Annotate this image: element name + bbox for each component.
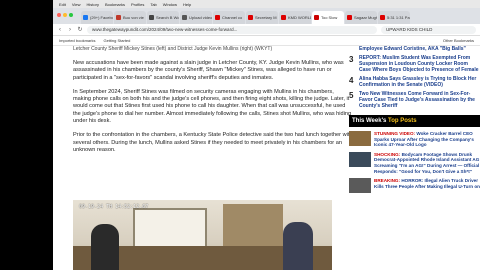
tab-label: KMD WORLD	[288, 15, 311, 20]
tab-label: Search B Wo	[156, 15, 179, 20]
list-number	[349, 46, 356, 52]
browser-tab[interactable]: (29+) Faceboo	[81, 11, 113, 24]
sidebar: Employee Edward Coristine, AKA "Big Ball…	[349, 46, 480, 197]
article-paragraph: Prior to the confrontation in the chambe…	[73, 132, 353, 153]
favicon-icon	[314, 15, 319, 20]
browser-tab[interactable]: Search B Wo	[147, 11, 179, 24]
sidebar-list-item[interactable]: 4 Alina Habba Says Grassley is Trying to …	[349, 76, 480, 88]
bookmark-other[interactable]: Other Bookmarks	[443, 38, 474, 43]
window-controls	[57, 13, 73, 17]
web-page: Letcher County Sheriff Mickey Stines (le…	[53, 46, 480, 270]
post-thumbnail[interactable]	[349, 151, 371, 167]
favicon-icon	[380, 15, 385, 20]
tab-label: Too Slow	[321, 15, 338, 20]
tab-label: Channel co	[222, 15, 243, 20]
favicon-icon	[215, 15, 220, 20]
top-posts-title: This Week's	[352, 118, 387, 124]
favicon-icon	[116, 15, 121, 20]
top-posts-header: This Week's Top Posts	[349, 115, 480, 127]
browser-window: Edit View History Bookmarks Profiles Tab Windo…	[53, 0, 480, 270]
favicon-icon	[83, 15, 88, 20]
list-link[interactable]: REPORT: Muslim Student Was Exempted From…	[359, 55, 480, 73]
menu-item[interactable]: Tab	[150, 2, 156, 7]
browser-tab[interactable]: 5:31 1:31 Pa	[378, 11, 410, 24]
article-paragraph: New accusations have been made against a…	[73, 60, 344, 81]
top-posts-highlight: Top Posts	[388, 118, 417, 124]
browser-tab[interactable]: Upload video	[180, 11, 212, 24]
post-text: BREAKING: HORROR: Illegal Alien Truck Dr…	[374, 178, 480, 193]
sidebar-list-item[interactable]: 3 REPORT: Muslim Student Was Exempted Fro…	[349, 55, 480, 73]
post-tag: BREAKING:	[374, 178, 401, 184]
tab-label: Buu von vie	[123, 15, 144, 20]
search-box[interactable]: UPWARD KIDS CHILD	[381, 25, 476, 34]
reload-icon[interactable]: ↻	[77, 26, 83, 33]
video-timestamp: 09-19-24 TH 14:52:12.67	[79, 204, 149, 210]
post-tag: SHOCKING:	[374, 151, 401, 157]
minimize-window-button[interactable]	[63, 13, 67, 17]
article: Letcher County Sheriff Mickey Stines (le…	[73, 46, 353, 161]
top-post[interactable]: SHOCKING: Bodycam Footage Shows Drunk De…	[349, 151, 480, 174]
tab-label: 5:31 1:31 Pa	[387, 15, 410, 20]
video-person	[91, 224, 119, 270]
maximize-window-button[interactable]	[69, 13, 73, 17]
back-icon[interactable]: ‹	[57, 27, 63, 33]
menu-bar: Edit View History Bookmarks Profiles Tab Windo…	[53, 0, 480, 8]
browser-tab[interactable]: Secretary M	[246, 11, 278, 24]
top-post[interactable]: STUNNING VIDEO: Woke Cracker Barrel CEO …	[349, 131, 480, 148]
bookmarks-bar: Imported bookmarks Getting Started Other…	[53, 36, 480, 46]
browser-tab[interactable]: Sagaar Mugh	[345, 11, 377, 24]
bookmark-getting-started[interactable]: Getting Started	[103, 38, 130, 43]
list-number: 5	[349, 91, 354, 100]
favicon-icon	[347, 15, 352, 20]
browser-tab[interactable]: Channel co	[213, 11, 245, 24]
sidebar-list-item[interactable]: 5 Two New Witnesses Come Forward in Sex-F…	[349, 91, 480, 109]
post-thumbnail[interactable]	[349, 131, 371, 146]
tab-bar: (29+) Faceboo Buu von vie Search B Wo Uploa…	[53, 8, 480, 24]
menu-item[interactable]: Window	[163, 2, 177, 7]
post-thumbnail[interactable]	[349, 178, 371, 194]
tab-label: (29+) Faceboo	[90, 15, 113, 20]
tab-label: Sagaar Mugh	[354, 15, 377, 20]
tab-label: Upload video	[189, 15, 212, 20]
menu-item[interactable]: View	[72, 2, 81, 7]
top-post[interactable]: BREAKING: HORROR: Illegal Alien Truck Dr…	[349, 178, 480, 194]
image-caption: Letcher County Sheriff Mickey Stines (le…	[73, 46, 273, 52]
list-number: 4	[349, 76, 354, 85]
menu-item[interactable]: Edit	[59, 2, 66, 7]
favicon-icon	[248, 15, 253, 20]
article-paragraph: In September 2024, Sheriff Stines was fi…	[73, 88, 352, 125]
tab-label: Secretary M	[255, 15, 277, 20]
bookmark-imported[interactable]: Imported bookmarks	[59, 38, 95, 43]
video-person	[283, 222, 313, 270]
menu-item[interactable]: Help	[183, 2, 191, 7]
close-window-button[interactable]	[57, 13, 61, 17]
address-row: ‹ › ↻ www.thegatewaypundit.com/2024/09/t…	[53, 24, 480, 36]
list-link[interactable]: Employee Edward Coristine, AKA "Big Ball…	[359, 46, 466, 52]
url-bar[interactable]: www.thegatewaypundit.com/2024/09/two-new…	[87, 25, 377, 34]
list-link[interactable]: Alina Habba Says Grassley is Trying to B…	[359, 76, 480, 88]
search-text: UPWARD KIDS CHILD	[386, 27, 433, 32]
list-link[interactable]: Two New Witnesses Come Forward in Sex-Fo…	[359, 91, 480, 109]
menu-item[interactable]: Bookmarks	[105, 2, 125, 7]
menu-item[interactable]: History	[87, 2, 99, 7]
menu-item[interactable]: Profiles	[131, 2, 144, 7]
security-camera-video[interactable]: 09-19-24 TH 14:52:12.67	[73, 200, 332, 270]
browser-tab[interactable]: KMD WORLD	[279, 11, 311, 24]
sidebar-list-item[interactable]: Employee Edward Coristine, AKA "Big Ball…	[349, 46, 480, 52]
favicon-icon	[182, 15, 187, 20]
url-text: www.thegatewaypundit.com/2024/09/two-new…	[92, 27, 238, 32]
browser-tab[interactable]: Buu von vie	[114, 11, 146, 24]
forward-icon[interactable]: ›	[67, 27, 73, 33]
list-number: 3	[349, 55, 354, 64]
favicon-icon	[281, 15, 286, 20]
post-text: STUNNING VIDEO: Woke Cracker Barrel CEO …	[374, 131, 480, 148]
browser-tab[interactable]: Too Slow	[312, 11, 344, 24]
post-text: SHOCKING: Bodycam Footage Shows Drunk De…	[374, 152, 480, 174]
post-tag: STUNNING VIDEO:	[374, 131, 416, 136]
favicon-icon	[149, 15, 154, 20]
